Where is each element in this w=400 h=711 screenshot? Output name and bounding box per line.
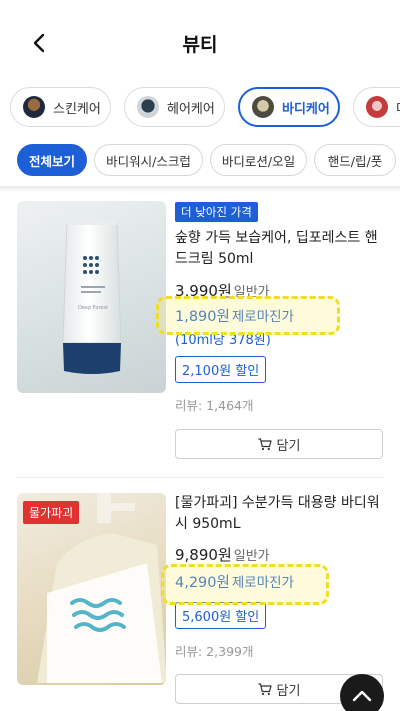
subcategory-tab-bodywash[interactable]: 바디워시/스크럽 (94, 144, 203, 176)
category-label: 스킨케어 (53, 101, 101, 117)
regular-price-value: 9,890원 (175, 546, 232, 564)
regular-price: 9,890원 일반가 (175, 544, 385, 565)
category-label: 헤어케어 (167, 101, 215, 117)
category-thumbnail-icon (366, 96, 388, 118)
cart-icon (258, 682, 272, 695)
price-crash-badge: 물가파괴 (23, 501, 80, 524)
review-count[interactable]: 리뷰: 1,464개 (175, 395, 385, 414)
discount-badge: 5,600원 할인 (175, 602, 267, 629)
product-image[interactable]: 물가파괴 (17, 493, 166, 685)
category-tab-skincare[interactable]: 스킨케어 (10, 87, 111, 127)
highlight-annotation (156, 296, 340, 335)
scroll-to-top-button[interactable] (340, 674, 384, 711)
subcategory-tabs: 전체보기 바디워시/스크럽 바디로션/오일 핸드/립/풋 (0, 142, 400, 182)
header-shadow (0, 186, 400, 192)
cart-icon (258, 437, 272, 450)
add-to-cart-label: 담기 (276, 438, 301, 454)
bodycare-thumbnail-icon (252, 96, 274, 118)
discount-badge: 2,100원 할인 (175, 356, 267, 383)
price-drop-badge: 더 낮아진 가격 (175, 202, 258, 222)
category-tabs: 스킨케어 헤어케어 바디케어 더 (0, 82, 400, 134)
haircare-thumbnail-icon (137, 96, 159, 118)
product-image[interactable]: Deep Forest (17, 201, 166, 393)
review-count[interactable]: 리뷰: 2,399개 (175, 641, 385, 660)
chevron-up-icon (352, 690, 372, 702)
subcategory-tab-hand-lip-foot[interactable]: 핸드/립/풋 (314, 144, 396, 176)
category-tab-bodycare[interactable]: 바디케어 (238, 87, 340, 127)
regular-price-label: 일반가 (233, 549, 270, 564)
hand-cream-tube-image: Deep Forest (62, 219, 122, 374)
category-label: 더 (396, 98, 400, 117)
category-tab-haircare[interactable]: 헤어케어 (124, 87, 225, 127)
category-label: 바디케어 (282, 101, 330, 117)
svg-text:Deep Forest: Deep Forest (78, 305, 108, 311)
product-card[interactable]: Deep Forest 더 낮아진 가격 숲향 가득 보습케어, 딥포레스트 핸… (0, 200, 400, 470)
product-name[interactable]: 숲향 가득 보습케어, 딥포레스트 핸드크림 50ml (175, 228, 385, 270)
add-to-cart-button[interactable]: 담기 (175, 429, 383, 459)
top-app-bar: 뷰티 (0, 0, 400, 82)
skincare-thumbnail-icon (23, 96, 45, 118)
product-name[interactable]: [물가파괴] 수분가득 대용량 바디워시 950mL (175, 493, 385, 535)
add-to-cart-label: 담기 (276, 683, 301, 699)
subcategory-tab-lotion[interactable]: 바디로션/오일 (210, 144, 307, 176)
highlight-annotation (161, 564, 329, 605)
subcategory-tab-all[interactable]: 전체보기 (17, 144, 87, 176)
divider (16, 477, 384, 478)
category-tab-more[interactable]: 더 (353, 87, 400, 127)
page-title: 뷰티 (182, 34, 218, 56)
